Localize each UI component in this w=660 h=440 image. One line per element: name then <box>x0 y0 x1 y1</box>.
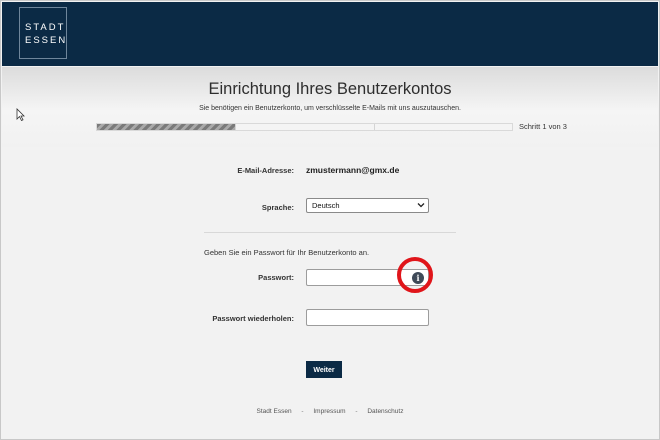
progress-step-divider <box>373 124 375 130</box>
logo-line-1: STADT <box>25 22 66 33</box>
progress-fill <box>97 124 236 130</box>
footer-link-stadt-essen[interactable]: Stadt Essen <box>257 408 292 415</box>
step-indicator: Schritt 1 von 3 <box>519 122 567 131</box>
progress-step-divider <box>235 124 237 130</box>
stadt-essen-logo[interactable]: STADT ESSEN <box>19 7 67 59</box>
password-repeat-label: Passwort wiederholen: <box>212 314 294 323</box>
password-hint: Geben Sie ein Passwort für Ihr Benutzerk… <box>204 248 370 257</box>
language-label: Sprache: <box>261 203 294 212</box>
password-repeat-input[interactable] <box>306 309 429 326</box>
footer: Stadt Essen - Impressum - Datenschutz <box>1 408 659 415</box>
footer-separator: - <box>355 408 358 415</box>
weiter-button[interactable]: Weiter <box>306 361 342 378</box>
email-value: zmustermann@gmx.de <box>306 165 400 175</box>
chevron-down-icon <box>417 203 425 208</box>
password-label: Passwort: <box>258 273 294 282</box>
language-select[interactable]: Deutsch <box>306 198 429 213</box>
page-title: Einrichtung Ihres Benutzerkontos <box>208 80 452 98</box>
highlight-circle <box>397 257 433 293</box>
language-selected-value: Deutsch <box>312 201 340 210</box>
page-header: STADT ESSEN <box>2 2 658 66</box>
progress-bar <box>96 123 513 131</box>
footer-link-datenschutz[interactable]: Datenschutz <box>367 408 403 415</box>
footer-separator: - <box>301 408 304 415</box>
logo-line-2: ESSEN <box>25 35 68 46</box>
section-divider <box>204 232 456 233</box>
email-label: E-Mail-Adresse: <box>237 166 294 175</box>
page-subtitle: Sie benötigen ein Benutzerkonto, um vers… <box>199 105 461 112</box>
footer-link-impressum[interactable]: Impressum <box>313 408 345 415</box>
